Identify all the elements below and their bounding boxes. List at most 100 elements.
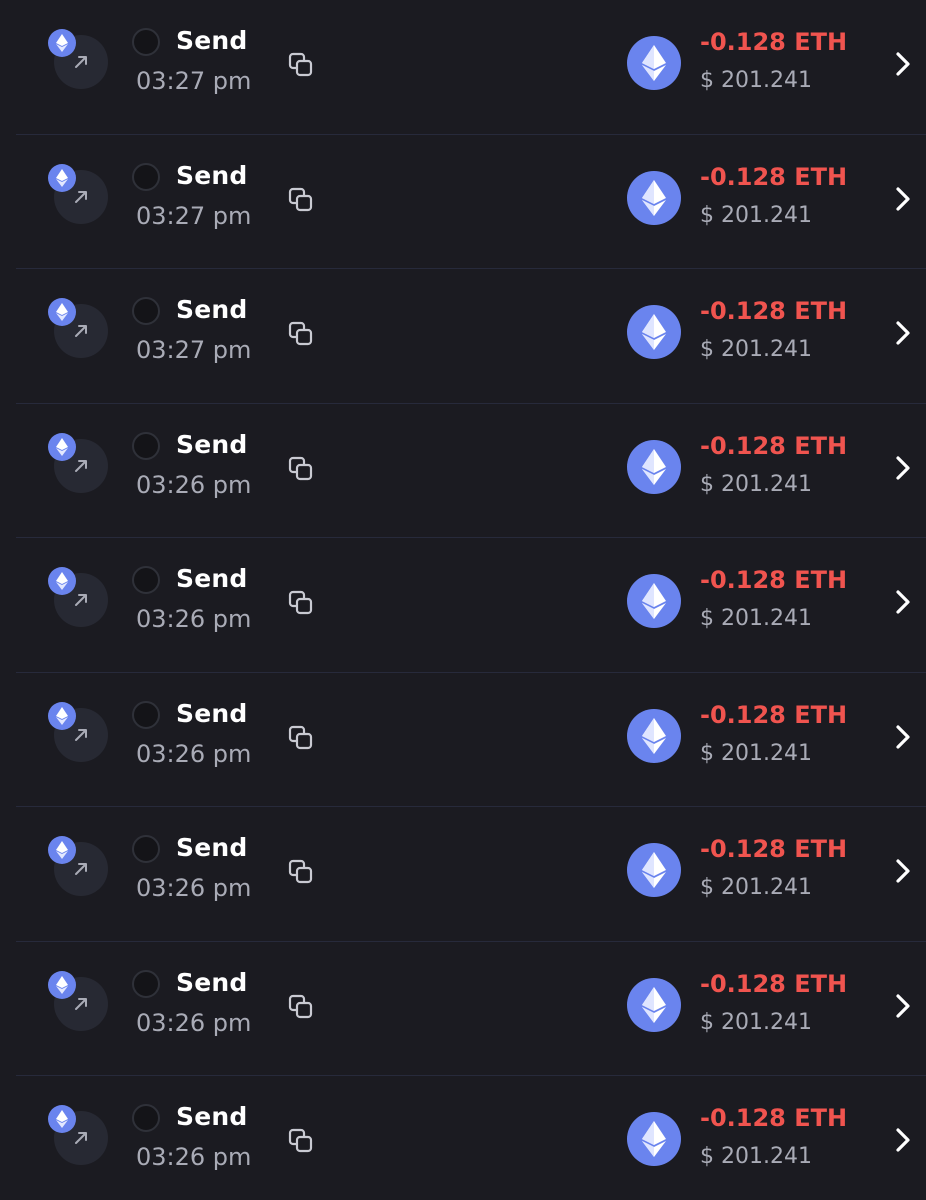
arrow-up-right-icon [75,190,87,203]
ethereum-icon [642,852,666,888]
transaction-time: 03:26 pm [136,874,252,902]
ethereum-icon [56,34,68,52]
transaction-time: 03:27 pm [136,336,252,364]
select-checkbox[interactable] [132,28,160,56]
arrow-up-right-icon [75,594,87,606]
arrow-up-right-icon [75,997,87,1010]
ethereum-icon [642,986,666,1023]
ethereum-icon [56,841,68,859]
transaction-time: 03:27 pm [136,67,252,95]
chain-badge [48,29,76,57]
asset-icon [627,574,681,628]
asset-icon [627,170,681,225]
crypto-amount: -0.128 ETH [700,297,848,325]
transaction-type: Send [176,967,248,997]
arrow-up-right-icon [75,56,87,68]
transaction-type: Send [176,295,248,324]
transaction-row[interactable]: Send 03:27 pm -0.128 ETH $ 201.241 [0,135,926,269]
ethereum-icon [56,437,68,456]
chain-badge [48,1105,76,1133]
crypto-amount: -0.128 ETH [700,835,848,863]
transaction-time: 03:26 pm [136,605,252,633]
copy-icon[interactable] [288,1128,314,1154]
arrow-up-right-icon [75,325,87,337]
copy-icon[interactable] [288,590,314,616]
transaction-type: Send [176,833,248,862]
transaction-type: Send [176,160,248,190]
transaction-type: Send [176,564,248,593]
select-checkbox[interactable] [132,297,160,325]
transaction-row[interactable]: Send 03:27 pm -0.128 ETH $ 201.241 [0,0,926,135]
chevron-right-icon[interactable] [890,50,914,78]
fiat-amount: $ 201.241 [700,1009,812,1035]
chain-badge [48,567,76,595]
arrow-up-right-icon [75,863,87,875]
ethereum-icon [56,168,68,187]
asset-icon [627,1112,681,1166]
ethereum-icon [642,717,666,754]
chain-badge [48,163,76,192]
ethereum-icon [56,303,68,321]
copy-icon[interactable] [288,456,314,482]
select-checkbox[interactable] [132,835,160,863]
ethereum-icon [642,1121,666,1157]
copy-icon[interactable] [288,321,314,347]
chevron-right-icon[interactable] [890,992,914,1020]
chain-badge [48,970,76,999]
select-checkbox[interactable] [132,700,160,729]
transaction-time: 03:26 pm [136,470,252,499]
copy-icon[interactable] [288,725,314,751]
select-checkbox[interactable] [132,566,160,594]
chevron-right-icon[interactable] [890,319,914,347]
transaction-time: 03:26 pm [136,1008,252,1037]
fiat-amount: $ 201.241 [700,875,812,900]
transaction-row[interactable]: Send 03:26 pm -0.128 ETH $ 201.241 [0,673,926,807]
asset-icon [627,439,681,494]
chevron-right-icon[interactable] [890,454,914,482]
select-checkbox[interactable] [132,969,160,998]
chain-badge [48,432,76,461]
crypto-amount: -0.128 ETH [700,700,848,729]
chevron-right-icon[interactable] [890,588,914,616]
transaction-row[interactable]: Send 03:27 pm -0.128 ETH $ 201.241 [0,269,926,404]
transaction-row[interactable]: Send 03:26 pm -0.128 ETH $ 201.241 [0,807,926,942]
transaction-type: Send [176,429,248,459]
transaction-type: Send [176,698,248,728]
crypto-amount: -0.128 ETH [700,1104,848,1132]
select-checkbox[interactable] [132,162,160,191]
ethereum-icon [642,448,666,485]
crypto-amount: -0.128 ETH [700,566,848,594]
ethereum-icon [56,1110,68,1128]
chevron-right-icon[interactable] [890,1126,914,1154]
chain-badge [48,701,76,730]
fiat-amount: $ 201.241 [700,471,812,497]
copy-icon[interactable] [288,994,314,1020]
transaction-row[interactable]: Send 03:26 pm -0.128 ETH $ 201.241 [0,942,926,1076]
chain-badge [48,298,76,326]
ethereum-icon [56,572,68,590]
ethereum-icon [642,314,666,350]
copy-icon[interactable] [288,187,314,213]
asset-icon [627,36,681,90]
ethereum-icon [56,975,68,994]
select-checkbox[interactable] [132,1104,160,1132]
copy-icon[interactable] [288,52,314,78]
select-checkbox[interactable] [132,431,160,460]
chevron-right-icon[interactable] [890,723,914,751]
fiat-amount: $ 201.241 [700,740,812,766]
asset-icon [627,843,681,897]
fiat-amount: $ 201.241 [700,202,812,228]
chevron-right-icon[interactable] [890,857,914,885]
crypto-amount: -0.128 ETH [700,969,848,998]
crypto-amount: -0.128 ETH [700,431,848,460]
transaction-row[interactable]: Send 03:26 pm -0.128 ETH $ 201.241 [0,538,926,673]
chevron-right-icon[interactable] [890,185,914,213]
transaction-row[interactable]: Send 03:26 pm -0.128 ETH $ 201.241 [0,1076,926,1200]
transaction-row[interactable]: Send 03:26 pm -0.128 ETH $ 201.241 [0,404,926,538]
transaction-time: 03:27 pm [136,201,252,230]
copy-icon[interactable] [288,859,314,885]
crypto-amount: -0.128 ETH [700,28,848,56]
arrow-up-right-icon [75,728,87,741]
asset-icon [627,305,681,359]
ethereum-icon [56,706,68,725]
